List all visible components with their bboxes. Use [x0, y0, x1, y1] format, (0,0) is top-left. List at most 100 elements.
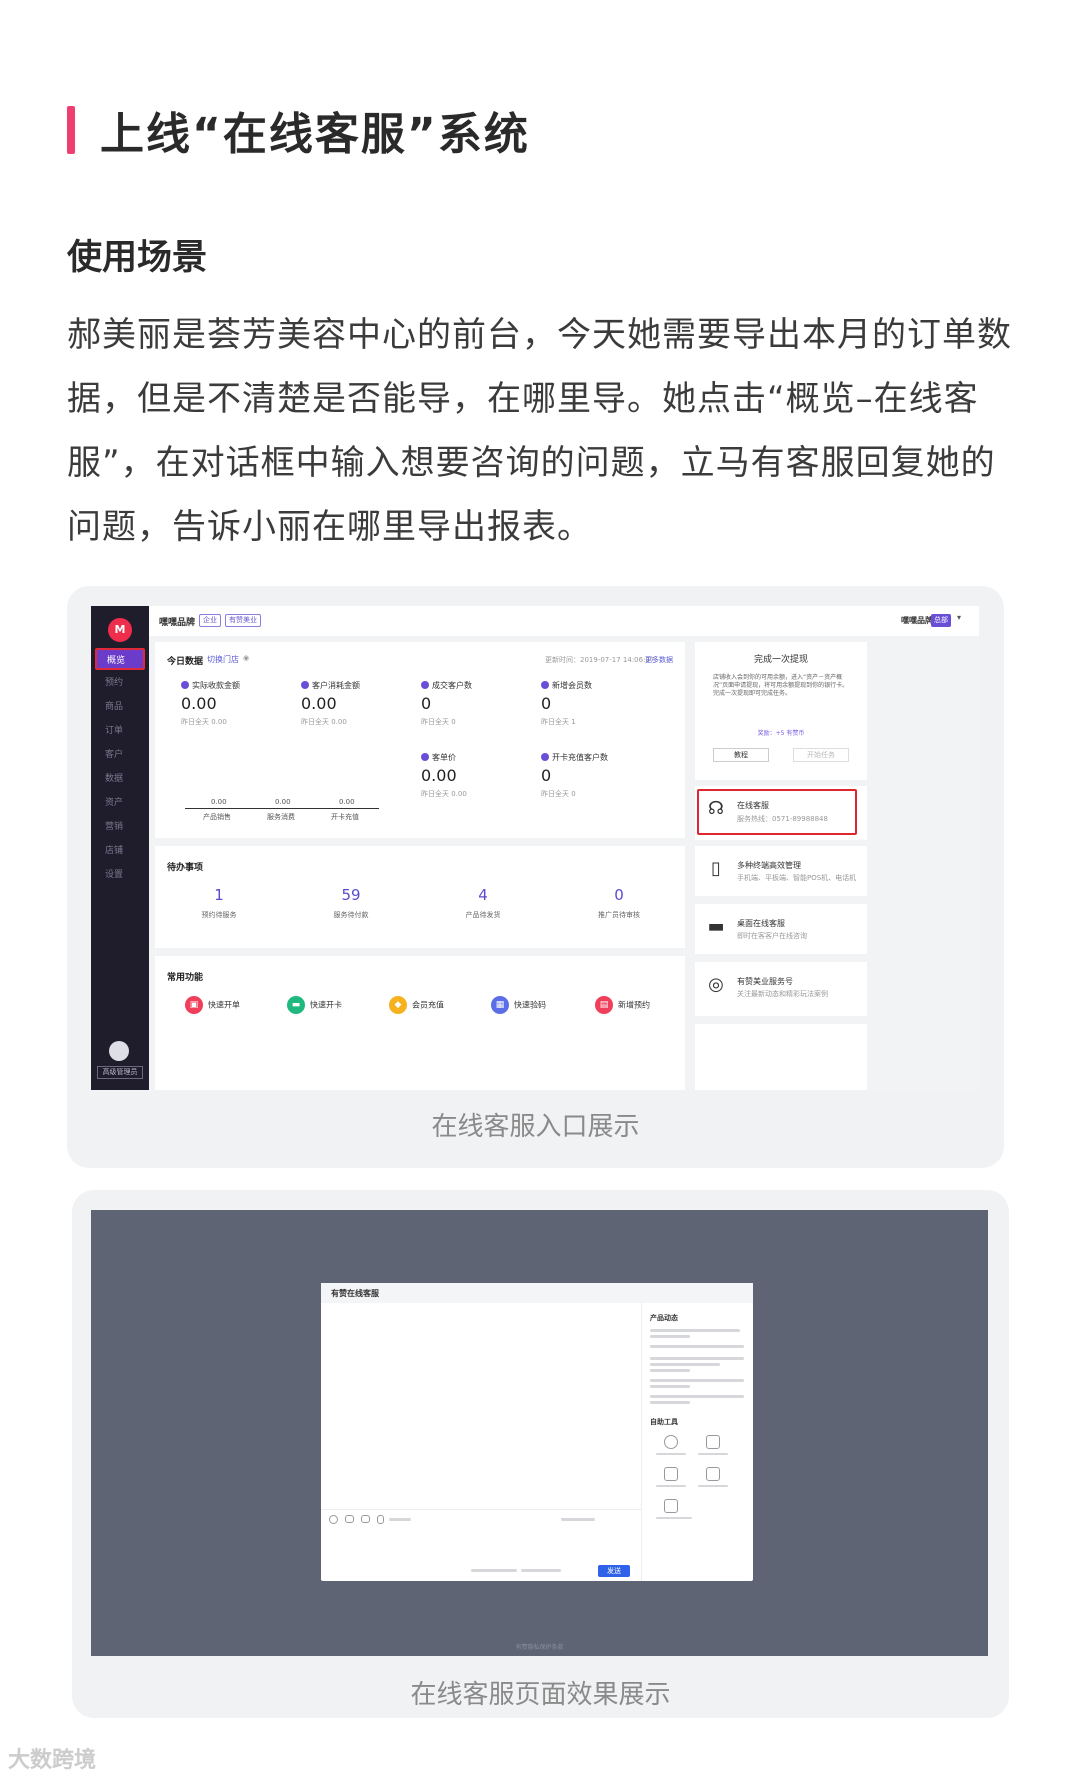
- screen-icon[interactable]: [706, 1467, 720, 1481]
- sidebar: M 概览 预约 商品 订单 客户 数据 资产 营销 店铺 设置 高级管理员: [91, 606, 149, 1090]
- mini-chart-label: 开卡充值: [331, 813, 359, 821]
- send-hint: [471, 1569, 517, 1572]
- start-task-button[interactable]: 开始任务: [793, 748, 849, 762]
- sidebar-item-data[interactable]: 数据: [95, 768, 145, 790]
- metric-label: 新增会员数: [541, 680, 592, 691]
- brand-switcher-chip: 总部: [931, 614, 951, 627]
- quick-card-button[interactable]: ▬ 快速开卡: [287, 996, 342, 1014]
- sidebar-item-assets[interactable]: 资产: [95, 792, 145, 814]
- chat-screenshot-card: 有赞在线客服 发送 产品动态 自助工具 有赞隐私保护条款 在线客服页面效果展示: [72, 1190, 1009, 1718]
- sidebar-item-settings[interactable]: 设置: [95, 864, 145, 886]
- news-item[interactable]: [650, 1379, 744, 1382]
- tutorial-button[interactable]: 教程: [713, 748, 769, 762]
- sidebar-item-overview[interactable]: 概览: [95, 648, 145, 670]
- todo-count[interactable]: 4: [433, 886, 533, 904]
- wechat-service-card[interactable]: ◎ 有赞美业服务号 关注最新动态和精彩玩法案例: [695, 962, 867, 1016]
- mini-chart-label: 服务消费: [267, 813, 295, 821]
- brand-name: 嘿嘿品牌: [159, 618, 196, 628]
- mini-chart-value: 0.00: [211, 798, 227, 806]
- tool-label: [656, 1517, 692, 1519]
- desktop-service-card[interactable]: ▬ 桌面在线客服 即时在客客户在线咨询: [695, 904, 867, 954]
- brand-switcher-name[interactable]: 嘿嘿品牌: [901, 615, 933, 626]
- news-item[interactable]: [650, 1335, 690, 1338]
- user-icon[interactable]: [664, 1435, 678, 1449]
- send-button[interactable]: 发送: [598, 1565, 630, 1577]
- news-item[interactable]: [650, 1363, 720, 1366]
- metric-yesterday: 昨日全天 0.00: [421, 790, 467, 798]
- online-service-card[interactable]: ☊ 在线客服 服务热线：0571-89988848: [695, 786, 867, 840]
- metric-yesterday: 昨日全天 0.00: [301, 718, 347, 726]
- evaluate-icon[interactable]: [377, 1515, 384, 1524]
- metric-yesterday: 昨日全天 1: [541, 718, 576, 726]
- switch-store-link[interactable]: 切换门店: [207, 654, 239, 665]
- send-hint: [521, 1569, 561, 1572]
- privacy-footer: 有赞隐私保护条款: [515, 1644, 564, 1651]
- service-subtitle: 服务热线：0571-89988848: [737, 815, 828, 823]
- folder-icon[interactable]: [345, 1515, 354, 1523]
- new-booking-button[interactable]: ▤ 新增预约: [595, 996, 650, 1014]
- todo-label: 产品待发货: [465, 911, 501, 919]
- brand-logo-icon: M: [108, 618, 132, 642]
- avatar[interactable]: [109, 1041, 129, 1061]
- task-reward: 奖励：+5 有赞币: [757, 730, 805, 737]
- emoji-icon[interactable]: [329, 1515, 338, 1524]
- calendar-icon: ▤: [595, 996, 613, 1014]
- news-item[interactable]: [650, 1395, 744, 1398]
- mini-chart-value: 0.00: [275, 798, 291, 806]
- quick-verify-button[interactable]: ▦ 快速验码: [491, 996, 546, 1014]
- evaluate-label: [389, 1518, 411, 1521]
- todo-count[interactable]: 0: [569, 886, 669, 904]
- desktop-icon: ▬: [707, 916, 725, 937]
- news-item[interactable]: [650, 1401, 690, 1404]
- service-subtitle: 手机端、平板端、智能POS机、电话机: [737, 874, 857, 882]
- sidebar-item-booking[interactable]: 预约: [95, 672, 145, 694]
- common-title: 常用功能: [167, 973, 204, 983]
- admin-role-label: 高级管理员: [97, 1066, 143, 1079]
- metric-dot-icon: [421, 681, 429, 689]
- more-card: [695, 1024, 867, 1090]
- handshake-icon[interactable]: [706, 1435, 720, 1449]
- sidebar-item-marketing[interactable]: 营销: [95, 816, 145, 838]
- news-item[interactable]: [650, 1329, 740, 1332]
- image-icon[interactable]: [361, 1515, 370, 1523]
- todo-count[interactable]: 1: [169, 886, 269, 904]
- page-title: 上线“在线客服”系统: [100, 109, 530, 160]
- service-title: 有赞美业服务号: [737, 977, 793, 986]
- chat-sidebar: 产品动态 自助工具: [641, 1303, 753, 1581]
- metric-value: 0.00: [301, 694, 337, 713]
- news-item[interactable]: [650, 1385, 690, 1388]
- chevron-down-icon[interactable]: ▾: [957, 613, 961, 622]
- mini-chart-value: 0.00: [339, 798, 355, 806]
- eye-icon[interactable]: ◉: [243, 654, 249, 662]
- brand-chip-product: 有赞美业: [225, 614, 261, 627]
- metric-dot-icon: [541, 681, 549, 689]
- todo-title: 待办事项: [167, 863, 204, 873]
- multi-terminal-card[interactable]: ▯ 多种终端高效管理 手机端、平板端、智能POS机、电话机: [695, 846, 867, 896]
- news-item[interactable]: [650, 1357, 744, 1360]
- sidebar-item-store[interactable]: 店铺: [95, 840, 145, 862]
- dashboard-screenshot-card: M 概览 预约 商品 订单 客户 数据 资产 营销 店铺 设置 高级管理员 嘿嘿…: [67, 586, 1004, 1168]
- divider: [321, 1509, 641, 1510]
- more-data-link[interactable]: 更多数据: [645, 655, 673, 665]
- quick-order-button[interactable]: ▣ 快速开单: [185, 996, 240, 1014]
- news-item[interactable]: [650, 1345, 744, 1348]
- sidebar-item-goods[interactable]: 商品: [95, 696, 145, 718]
- store-icon[interactable]: [664, 1499, 678, 1513]
- tool-label: [656, 1453, 686, 1455]
- news-item[interactable]: [650, 1369, 690, 1372]
- member-recharge-button[interactable]: ◆ 会员充值: [389, 996, 444, 1014]
- todo-label: 服务待付款: [333, 911, 369, 919]
- mobile-icon[interactable]: [664, 1467, 678, 1481]
- metric-yesterday: 昨日全天 0.00: [181, 718, 227, 726]
- brand-chip-enterprise: 企业: [199, 614, 221, 627]
- tool-label: [656, 1485, 686, 1487]
- todo-count[interactable]: 59: [301, 886, 401, 904]
- wechat-icon: ◎: [708, 974, 724, 995]
- self-service-title: 自助工具: [650, 1418, 678, 1426]
- chat-window: 有赞在线客服 发送 产品动态 自助工具: [321, 1283, 753, 1581]
- sidebar-item-customers[interactable]: 客户: [95, 744, 145, 766]
- input-hint: [561, 1518, 595, 1521]
- chat-title: 有赞在线客服: [321, 1283, 753, 1303]
- card-icon: ▬: [287, 996, 305, 1014]
- sidebar-item-orders[interactable]: 订单: [95, 720, 145, 742]
